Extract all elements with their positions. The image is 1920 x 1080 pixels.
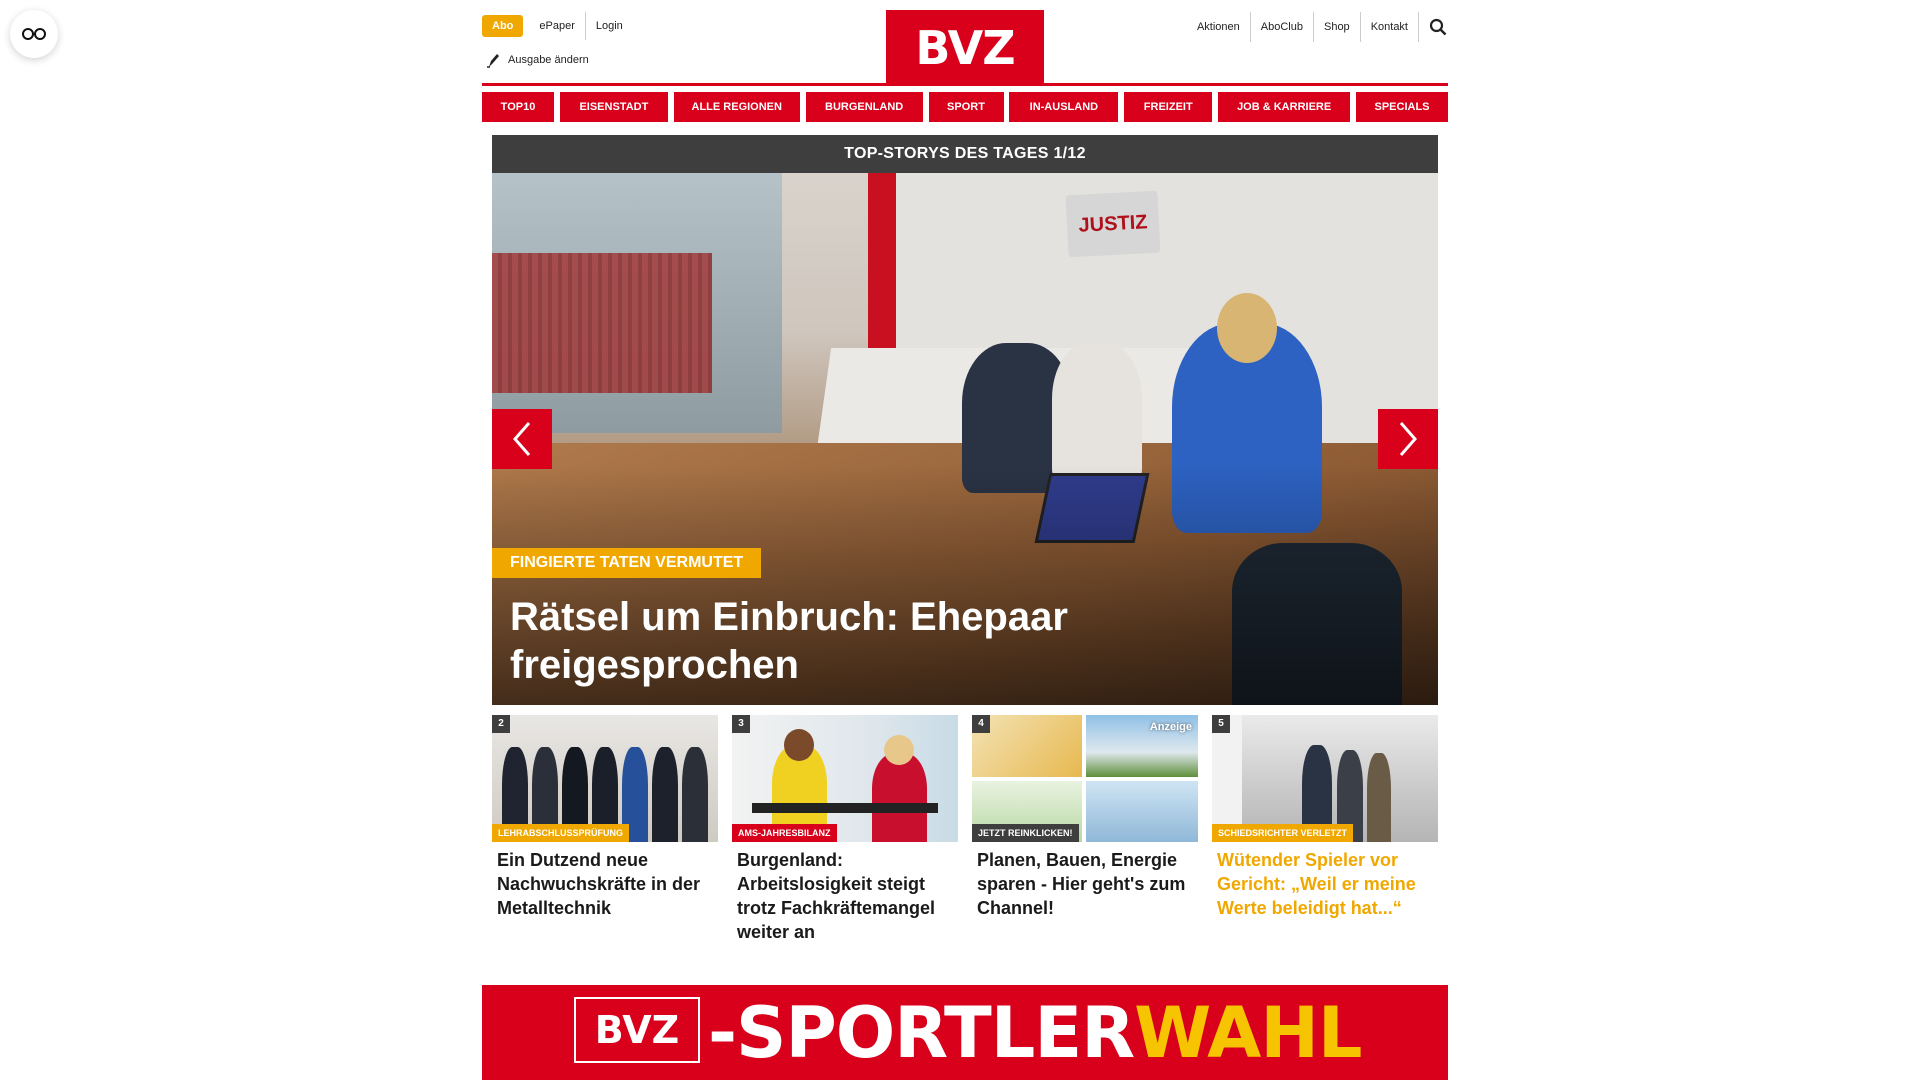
nav-job-karriere[interactable]: JOB & KARRIERE xyxy=(1218,92,1351,122)
chevron-right-icon xyxy=(1399,422,1417,456)
header: Abo ePaper Login Ausgabe ändern BVZ Akti… xyxy=(482,0,1448,86)
card-number: 5 xyxy=(1212,715,1230,733)
kontakt-link[interactable]: Kontakt xyxy=(1359,12,1418,42)
card-figure xyxy=(682,747,708,842)
hero-title[interactable]: Rätsel um Einbruch: Ehepaar freigesproch… xyxy=(510,593,1210,689)
card-tile xyxy=(1086,781,1198,842)
aktionen-link[interactable]: Aktionen xyxy=(1187,12,1250,42)
aboclub-link[interactable]: AboClub xyxy=(1249,12,1313,42)
nav-freizeit[interactable]: FREIZEIT xyxy=(1124,92,1213,122)
card-image[interactable]: 3 AMS-JAHRESBILANZ xyxy=(732,715,958,842)
nav-specials[interactable]: SPECIALS xyxy=(1356,92,1448,122)
glasses-icon xyxy=(22,28,46,40)
hero-kicker[interactable]: FINGIERTE TATEN VERMUTET xyxy=(492,548,762,578)
ad-label: Anzeige xyxy=(1149,721,1192,733)
epaper-link[interactable]: ePaper xyxy=(529,12,584,40)
nav-burgenland[interactable]: BURGENLAND xyxy=(805,92,923,122)
hero-image[interactable]: JUSTIZ FINGIERTE TATEN VERMUTET Rätsel u… xyxy=(492,173,1438,705)
card-table xyxy=(752,803,938,813)
card-wall xyxy=(1212,715,1242,842)
shop-link[interactable]: Shop xyxy=(1312,12,1360,42)
nav-sport[interactable]: SPORT xyxy=(928,92,1004,122)
card-figure xyxy=(652,747,678,842)
card-tag: LEHRABSCHLUSSPRÜFUNG xyxy=(492,824,630,842)
search-button[interactable] xyxy=(1418,12,1448,42)
banner-text: -SPORTLERWAHL xyxy=(708,992,1363,1074)
justiz-sign: JUSTIZ xyxy=(1065,190,1161,258)
card-image[interactable]: Anzeige 4 JETZT REINKLICKEN! xyxy=(972,715,1198,842)
story-card[interactable]: 5 SCHIEDSRICHTER VERLETZT Wütender Spiel… xyxy=(1212,715,1438,944)
story-cards: 2 LEHRABSCHLUSSPRÜFUNG Ein Dutzend neue … xyxy=(492,715,1438,944)
slider-next-button[interactable] xyxy=(1378,409,1438,469)
login-link[interactable]: Login xyxy=(584,12,633,40)
chevron-left-icon xyxy=(513,422,531,456)
banner-logo: BVZ xyxy=(574,997,700,1063)
pen-icon xyxy=(487,54,499,68)
site-logo[interactable]: BVZ xyxy=(886,10,1044,86)
edition-change-label: Ausgabe ändern xyxy=(508,54,589,66)
hero-person-head xyxy=(1217,293,1277,363)
card-tag: JETZT REINKLICKEN! xyxy=(972,824,1079,842)
nav-alle-regionen[interactable]: ALLE REGIONEN xyxy=(673,92,800,122)
story-card[interactable]: Anzeige 4 JETZT REINKLICKEN! Planen, Bau… xyxy=(972,715,1198,944)
card-number: 4 xyxy=(972,715,990,733)
card-number: 3 xyxy=(732,715,750,733)
top-right-links: Aktionen AboClub Shop Kontakt xyxy=(1187,12,1448,42)
nav-top10[interactable]: TOP10 xyxy=(482,92,554,122)
sportlerwahl-banner[interactable]: BVZ -SPORTLERWAHL xyxy=(482,985,1448,1080)
card-image[interactable]: 2 LEHRABSCHLUSSPRÜFUNG xyxy=(492,715,718,842)
card-title[interactable]: Planen, Bauen, Energie sparen - Hier geh… xyxy=(972,848,1198,920)
card-figure xyxy=(1367,753,1391,842)
story-card[interactable]: 2 LEHRABSCHLUSSPRÜFUNG Ein Dutzend neue … xyxy=(492,715,718,944)
card-figure-head xyxy=(884,735,914,765)
card-tag: SCHIEDSRICHTER VERLETZT xyxy=(1212,824,1354,842)
nav-in-ausland[interactable]: IN-AUSLAND xyxy=(1009,92,1119,122)
slider-prev-button[interactable] xyxy=(492,409,552,469)
main-nav: TOP10 EISENSTADT ALLE REGIONEN BURGENLAN… xyxy=(482,92,1448,122)
banner-text-yellow: WAHL xyxy=(1134,992,1362,1074)
card-tag: AMS-JAHRESBILANZ xyxy=(732,824,837,842)
reader-mode-button[interactable] xyxy=(10,10,58,58)
banner-text-white: -SPORTLER xyxy=(708,992,1135,1074)
story-card[interactable]: 3 AMS-JAHRESBILANZ Burgenland: Arbeitslo… xyxy=(732,715,958,944)
card-title[interactable]: Wütender Spieler vor Gericht: „Weil er m… xyxy=(1212,848,1438,920)
card-title[interactable]: Burgenland: Arbeitslosigkeit steigt trot… xyxy=(732,848,958,944)
card-figure-head xyxy=(784,729,814,761)
card-title[interactable]: Ein Dutzend neue Nachwuchskräfte in der … xyxy=(492,848,718,920)
hero-red-panel xyxy=(492,253,712,393)
card-image[interactable]: 5 SCHIEDSRICHTER VERLETZT xyxy=(1212,715,1438,842)
card-number: 2 xyxy=(492,715,510,733)
edition-change-link[interactable]: Ausgabe ändern xyxy=(486,52,589,68)
slider-heading: TOP-STORYS DES TAGES 1/12 xyxy=(492,135,1438,173)
abo-button[interactable]: Abo xyxy=(482,15,524,37)
card-figure xyxy=(872,753,927,842)
top-story-slider: TOP-STORYS DES TAGES 1/12 JUSTIZ FINGIER… xyxy=(492,135,1438,705)
nav-eisenstadt[interactable]: EISENSTADT xyxy=(559,92,668,122)
hero-person xyxy=(1052,343,1142,483)
site-container: Abo ePaper Login Ausgabe ändern BVZ Akti… xyxy=(482,0,1448,942)
top-left-links: Abo ePaper Login xyxy=(482,12,633,40)
search-icon xyxy=(1429,18,1446,36)
